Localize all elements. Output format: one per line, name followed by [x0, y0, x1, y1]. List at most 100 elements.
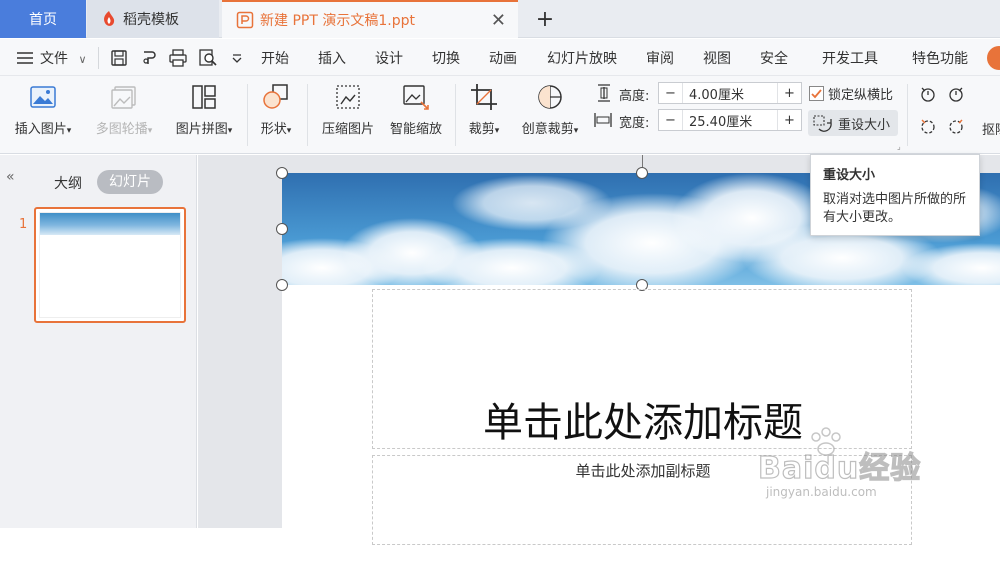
format-painter-icon[interactable]: [140, 49, 158, 67]
tab-outline[interactable]: 大纲: [54, 173, 82, 193]
picture-tools-ribbon: 插入图片▾ 多图轮播▾ 图片拼图▾ 形状▾ 压缩图片 智能缩放 裁剪▾ 创意裁剪…: [0, 76, 1000, 154]
dropdown-arrow-icon: ▾: [573, 126, 579, 136]
menu-item-animation[interactable]: 动画: [489, 48, 517, 68]
insert-picture-button[interactable]: 插入图片▾: [8, 82, 78, 137]
menu-item-insert[interactable]: 插入: [318, 48, 346, 68]
divider: [307, 84, 308, 146]
carousel-icon: [111, 86, 136, 109]
tab-slides[interactable]: 幻灯片: [97, 170, 163, 194]
menu-item-review[interactable]: 审阅: [646, 48, 674, 68]
width-decrement-button[interactable]: −: [659, 110, 683, 130]
menu-item-transition[interactable]: 切换: [432, 48, 460, 68]
divider: [247, 84, 248, 146]
title-placeholder-box[interactable]: 单击此处添加标题: [372, 289, 912, 449]
rotate-right-icon[interactable]: [946, 84, 966, 104]
tab-template[interactable]: 稻壳模板: [87, 0, 219, 38]
save-icon[interactable]: [110, 49, 128, 67]
menu-item-developer[interactable]: 开发工具: [822, 48, 878, 68]
crop-icon: [471, 84, 497, 110]
divider: [98, 47, 99, 69]
menu-item-home[interactable]: 开始: [261, 48, 289, 68]
menu-item-design[interactable]: 设计: [375, 48, 403, 68]
ppt-file-icon: [236, 11, 254, 29]
slide-number: 1: [19, 217, 28, 232]
tab-bar: 首页 稻壳模板 新建 PPT 演示文稿1.ppt ✕ +: [0, 0, 1000, 38]
menu-item-slideshow[interactable]: 幻灯片放映: [547, 48, 617, 68]
collapse-panel-icon[interactable]: «: [6, 169, 15, 185]
tooltip-body: 取消对选中图片所做的所有大小更改。: [823, 192, 967, 225]
height-icon: [598, 84, 610, 102]
width-increment-button[interactable]: +: [777, 110, 801, 130]
lock-ratio-checkbox[interactable]: 锁定纵横比: [809, 84, 893, 103]
crop-label: 裁剪: [468, 122, 495, 137]
avatar[interactable]: [987, 46, 1000, 70]
print-preview-icon[interactable]: [198, 49, 218, 67]
lock-ratio-label: 锁定纵横比: [828, 88, 894, 103]
divider: [455, 84, 456, 146]
crop-button[interactable]: 裁剪▾: [462, 82, 506, 137]
flip-horizontal-icon[interactable]: [918, 116, 938, 136]
tooltip-title: 重设大小: [823, 168, 876, 183]
slide-thumbnail[interactable]: [34, 207, 186, 323]
close-tab-icon[interactable]: ✕: [491, 10, 506, 31]
height-increment-button[interactable]: +: [777, 83, 801, 103]
reset-size-icon: [813, 115, 832, 132]
resize-handle-left[interactable]: [276, 223, 288, 235]
customize-quick-access-icon[interactable]: [231, 54, 243, 64]
tab-home[interactable]: 首页: [0, 0, 86, 38]
shape-button[interactable]: 形状▾: [252, 82, 300, 137]
file-menu[interactable]: 文件 ∨: [40, 48, 87, 68]
shape-label: 形状: [260, 122, 287, 137]
width-stepper[interactable]: − 25.40厘米 +: [658, 109, 802, 131]
multi-carousel-button[interactable]: 多图轮播▾: [88, 82, 160, 137]
width-input[interactable]: 25.40厘米: [683, 111, 777, 130]
tab-document[interactable]: 新建 PPT 演示文稿1.ppt ✕: [222, 0, 518, 38]
rotate-left-icon[interactable]: [918, 84, 938, 104]
chevron-down-icon: ∨: [78, 53, 87, 66]
menu-item-security[interactable]: 安全: [760, 48, 788, 68]
width-label: 宽度:: [619, 116, 650, 131]
dropdown-arrow-icon: ▾: [66, 126, 72, 136]
dropdown-arrow-icon: ▾: [286, 126, 292, 136]
multi-carousel-label: 多图轮播: [95, 122, 148, 137]
tab-home-label: 首页: [29, 12, 57, 28]
height-label: 高度:: [619, 89, 650, 104]
compress-icon: [336, 85, 360, 109]
plus-icon: +: [535, 6, 555, 32]
new-tab-button[interactable]: +: [530, 0, 560, 38]
creative-crop-icon: [538, 85, 562, 109]
smart-scale-label: 智能缩放: [389, 122, 442, 137]
resize-handle-bottom-left[interactable]: [276, 279, 288, 291]
dropdown-arrow-icon: ▾: [147, 126, 153, 136]
dialog-launcher-icon[interactable]: ⌟: [897, 142, 901, 151]
dropdown-arrow-icon: ▾: [227, 126, 233, 136]
tab-document-label: 新建 PPT 演示文稿1.ppt: [260, 13, 415, 29]
height-stepper[interactable]: − 4.00厘米 +: [658, 82, 802, 104]
watermark-brand: Baidu经验: [757, 450, 922, 486]
width-icon: [594, 113, 612, 127]
file-menu-label: 文件: [40, 51, 68, 67]
divider: [907, 84, 908, 146]
shape-icon: [263, 84, 288, 109]
thumbnail-header-image: [40, 213, 180, 235]
reset-size-button[interactable]: 重设大小: [808, 110, 898, 136]
flip-vertical-icon[interactable]: [946, 116, 966, 136]
rotate-handle-stem: [642, 155, 643, 167]
smart-scale-button[interactable]: 智能缩放: [384, 82, 448, 137]
resize-handle-top-left[interactable]: [276, 167, 288, 179]
height-decrement-button[interactable]: −: [659, 83, 683, 103]
creative-crop-button[interactable]: 创意裁剪▾: [514, 82, 586, 137]
menu-item-special[interactable]: 特色功能: [912, 48, 968, 68]
compress-picture-button[interactable]: 压缩图片: [316, 82, 380, 137]
menu-bar: 文件 ∨ 开始 插入 设计 切换 动画 幻灯片放映 审阅 视图 安全 开发工具 …: [0, 39, 1000, 76]
watermark-url: jingyan.baidu.com: [766, 485, 877, 499]
cutout-button[interactable]: 抠除: [982, 119, 1000, 138]
reset-size-tooltip: 重设大小 取消对选中图片所做的所有大小更改。: [810, 154, 980, 236]
hamburger-icon[interactable]: [16, 50, 34, 69]
picture-collage-button[interactable]: 图片拼图▾: [168, 82, 240, 137]
checkbox-checked-icon: [809, 86, 824, 101]
print-icon[interactable]: [168, 49, 188, 67]
resize-handle-top[interactable]: [636, 167, 648, 179]
height-input[interactable]: 4.00厘米: [683, 84, 777, 103]
menu-item-view[interactable]: 视图: [703, 48, 731, 68]
